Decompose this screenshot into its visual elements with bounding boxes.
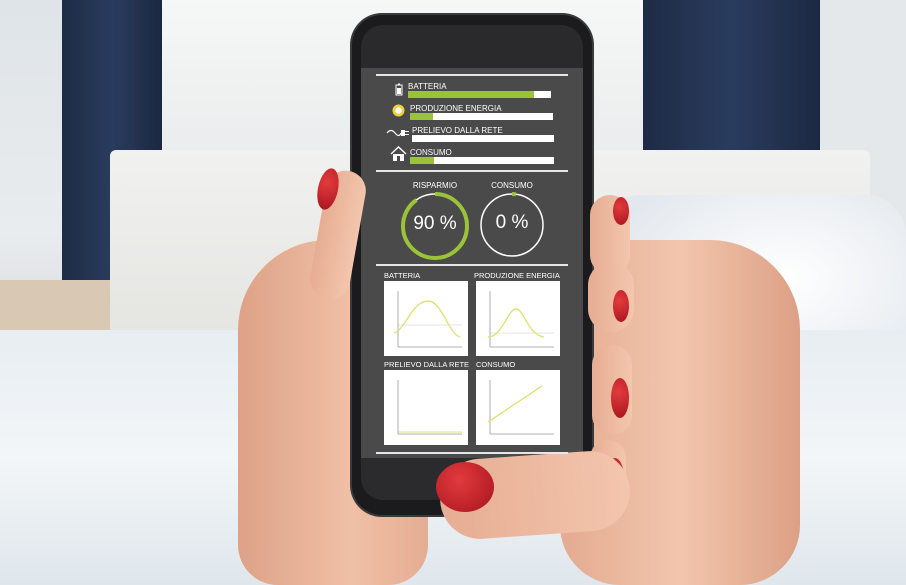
gauge-value-consumo: 0 % [495, 212, 529, 233]
chart-produzione[interactable] [476, 281, 560, 356]
row-label-prelievo: PRELIEVO DALLA RETE [412, 126, 503, 135]
divider-bottom [376, 452, 568, 454]
plug-icon [386, 129, 409, 137]
battery-icon [395, 83, 403, 96]
chart-prelievo[interactable] [384, 370, 468, 445]
bar-fill-consumo [410, 157, 435, 164]
divider-top [376, 74, 568, 76]
phone-top-bezel [361, 25, 583, 68]
bar-produzione [410, 113, 553, 120]
chart-label-consumo: CONSUMO [476, 360, 516, 369]
curve [487, 385, 543, 423]
chart-label-prelievo: PRELIEVO DALLA RETE [384, 360, 470, 369]
house-icon [390, 146, 407, 161]
chart-consumo[interactable] [476, 370, 560, 445]
gauge-label-risparmio: RISPARMIO [412, 181, 458, 190]
right-nail-2 [613, 290, 629, 322]
right-nail-3 [611, 378, 629, 418]
divider-middle [376, 170, 568, 172]
right-nail-1 [613, 197, 629, 225]
curve [393, 300, 461, 338]
gauge-label-consumo: CONSUMO [491, 181, 533, 190]
bar-fill-batteria [408, 91, 534, 98]
bar-consumo [410, 157, 554, 164]
row-label-consumo: CONSUMO [410, 148, 452, 157]
curtain-right [643, 0, 821, 165]
bar-fill-produzione [410, 113, 433, 120]
sun-icon [392, 104, 405, 117]
row-label-produzione: PRODUZIONE ENERGIA [410, 104, 502, 113]
chart-label-produzione: PRODUZIONE ENERGIA [474, 271, 560, 280]
chart-label-batteria: BATTERIA [384, 271, 421, 280]
bar-batteria [408, 91, 551, 98]
divider-charts [376, 264, 568, 266]
row-label-batteria: BATTERIA [408, 82, 447, 91]
chart-batteria[interactable] [384, 281, 468, 356]
thumb-nail [436, 462, 494, 512]
gauge-value-risparmio: 90 % [413, 213, 457, 234]
bar-prelievo [412, 135, 554, 142]
